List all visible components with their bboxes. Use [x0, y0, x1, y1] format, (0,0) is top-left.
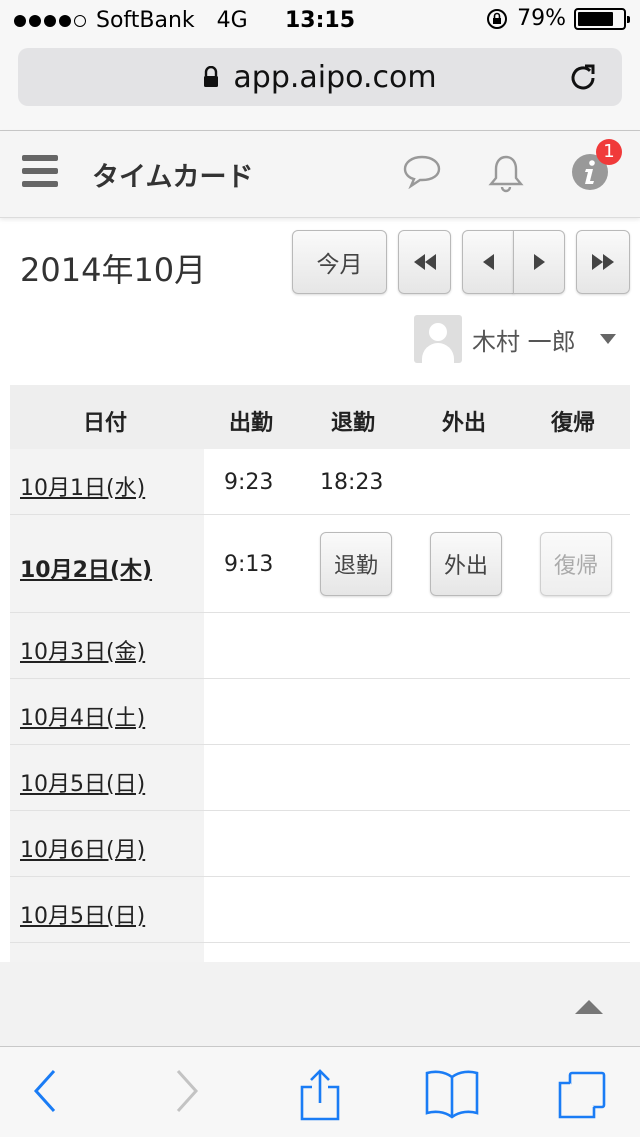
clock-in-time: 9:23: [224, 470, 274, 495]
share-icon[interactable]: [298, 1069, 342, 1121]
back-icon[interactable]: [32, 1069, 58, 1113]
chevron-down-icon: [599, 334, 616, 344]
notification-badge: 1: [596, 139, 622, 165]
lock-icon: [204, 66, 219, 87]
table-header: 日付 出勤 退勤 外出 復帰: [10, 385, 630, 449]
bookmarks-icon[interactable]: [424, 1069, 480, 1119]
clock-out-button[interactable]: 退勤: [320, 532, 392, 596]
scroll-up-icon[interactable]: [575, 1000, 603, 1014]
address-bar[interactable]: app.aipo.com: [18, 48, 622, 106]
date-link[interactable]: 10月5日(日): [20, 898, 145, 930]
url-text: app.aipo.com: [233, 59, 437, 95]
date-link-today[interactable]: 10月2日(木): [20, 552, 152, 584]
app-header: タイムカード: [0, 131, 640, 218]
chat-icon[interactable]: [402, 153, 442, 189]
date-link[interactable]: 10月3日(金): [20, 634, 145, 666]
column-header-go-out: 外出: [442, 411, 487, 436]
user-name: 木村 一郎: [472, 327, 576, 356]
tabs-icon[interactable]: [556, 1069, 608, 1121]
clock-out-time: 18:23: [320, 470, 384, 495]
double-right-arrow-icon: [592, 254, 614, 270]
return-button[interactable]: 復帰: [540, 532, 612, 596]
rotation-lock-icon: [487, 8, 508, 29]
date-link[interactable]: 10月1日(水): [20, 470, 145, 502]
date-link[interactable]: 10月4日(土): [20, 700, 145, 732]
clock-in-time: 9:13: [224, 552, 274, 577]
column-header-date: 日付: [83, 411, 128, 436]
table-row: 10月6日(月): [10, 811, 630, 877]
table-row: 10月3日(金): [10, 613, 630, 679]
page-title: タイムカード: [92, 162, 254, 193]
menu-icon[interactable]: [22, 155, 58, 187]
table-row: 10月2日(木) 9:13 退勤 外出 復帰: [10, 515, 630, 613]
date-link[interactable]: 10月5日(日): [20, 766, 145, 798]
user-selector[interactable]: 木村 一郎: [414, 314, 616, 364]
this-month-button[interactable]: 今月: [292, 230, 387, 294]
previous-month-button[interactable]: [462, 230, 514, 294]
scroll-to-top-area: [0, 962, 640, 1046]
forward-icon[interactable]: [174, 1069, 200, 1113]
table-row: 10月1日(水) 9:23 18:23: [10, 449, 630, 515]
notification-bell-icon[interactable]: [487, 153, 525, 193]
column-header-clock-out: 退勤: [331, 411, 376, 436]
avatar: [414, 315, 462, 363]
timecard-table: 日付 出勤 退勤 外出 復帰 10月1日(水) 9:23 18:23 10月2日…: [10, 385, 630, 963]
browser-toolbar: [0, 1046, 640, 1137]
previous-year-button[interactable]: [398, 230, 451, 294]
battery-percent: 79%: [517, 6, 566, 31]
right-arrow-icon: [533, 254, 545, 270]
double-left-arrow-icon: [413, 254, 436, 270]
next-month-button[interactable]: [513, 230, 565, 294]
date-link[interactable]: 10月6日(月): [20, 832, 145, 864]
table-row: 10月4日(土): [10, 679, 630, 745]
table-row: [10, 943, 630, 963]
table-row: 10月5日(日): [10, 745, 630, 811]
column-header-clock-in: 出勤: [229, 411, 274, 436]
next-year-button[interactable]: [576, 230, 630, 294]
reload-icon[interactable]: [566, 61, 600, 95]
browser-address-area: app.aipo.com: [0, 40, 640, 131]
column-header-return: 復帰: [551, 411, 596, 436]
battery-icon: [574, 7, 630, 30]
month-title: 2014年10月: [20, 251, 207, 289]
go-out-button[interactable]: 外出: [430, 532, 502, 596]
table-row: 10月5日(日): [10, 877, 630, 943]
status-bar: SoftBank 4G 13:15 79%: [0, 0, 640, 40]
left-arrow-icon: [482, 254, 494, 270]
